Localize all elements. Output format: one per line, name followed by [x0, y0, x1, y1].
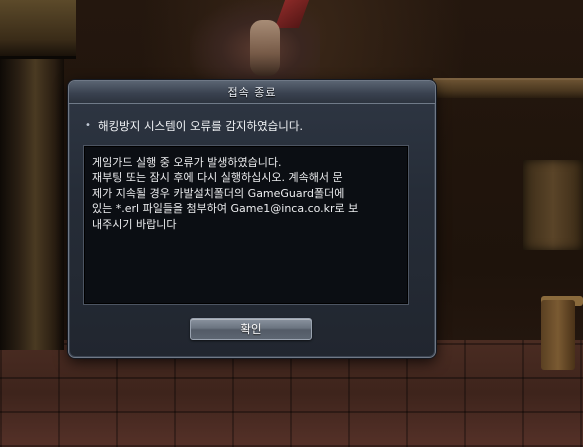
detail-line-2: 재부팅 또는 잠시 후에 다시 실행하십시오. 계속해서 문	[92, 171, 343, 185]
disconnect-dialog: 접속 종료 • 해킹방지 시스템이 오류를 감지하였습니다. 게임가드 실행 중…	[68, 80, 436, 358]
bullet-icon: •	[85, 120, 91, 131]
left-pillar-cap	[0, 0, 76, 59]
right-wooden-beam	[433, 78, 583, 98]
right-crate	[523, 160, 583, 250]
dialog-title: 접속 종료	[227, 86, 277, 99]
message-row: • 해킹방지 시스템이 오류를 감지하였습니다.	[85, 117, 419, 135]
character-cloak	[274, 0, 310, 28]
character-armor	[250, 20, 280, 76]
detail-line-5: 내주시기 바랍니다	[92, 217, 177, 231]
detail-line-1: 게임가드 실행 중 오류가 발생하였습니다.	[92, 156, 282, 169]
error-detail-box: 게임가드 실행 중 오류가 발생하였습니다. 재부팅 또는 잠시 후에 다시 실…	[83, 145, 409, 305]
dialog-titlebar: 접속 종료	[69, 81, 435, 104]
confirm-button[interactable]: 확인	[190, 318, 312, 340]
detail-line-3: 제가 지속될 경우 카발설치폴더의 GameGuard폴더에	[92, 186, 345, 200]
detail-line-4: 있는 *.erl 파일들을 첨부하여 Game1@inca.co.kr로 보	[92, 202, 359, 216]
error-message: 해킹방지 시스템이 오류를 감지하였습니다.	[98, 119, 304, 133]
stool-leg	[541, 300, 575, 370]
